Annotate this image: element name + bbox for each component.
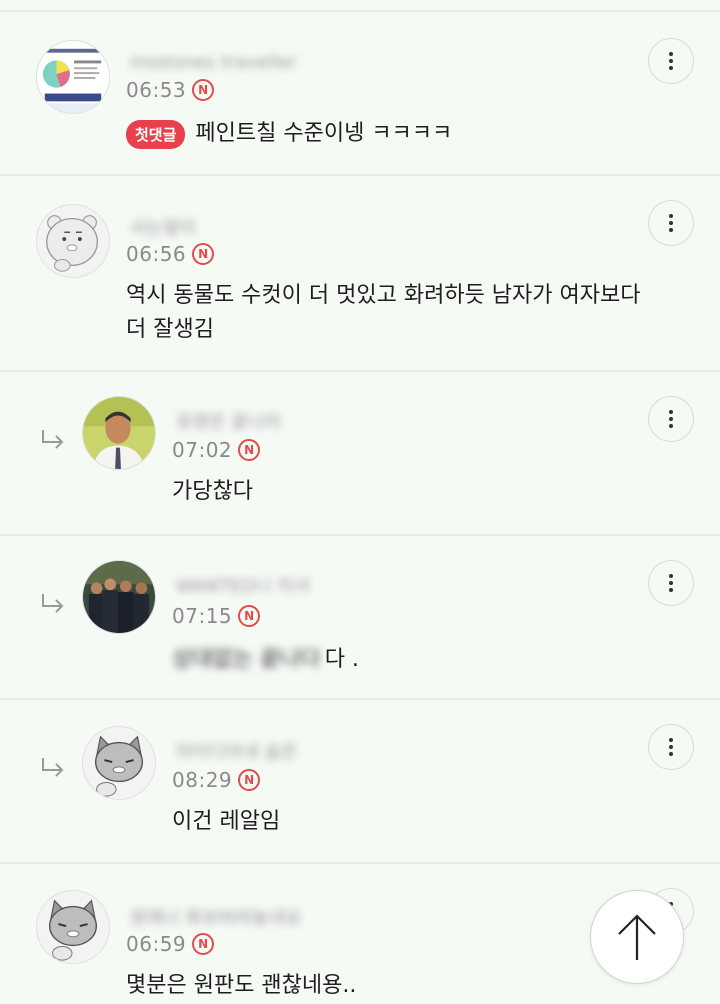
comment-text: 몇분은 원판도 괜찮네용..	[126, 973, 357, 998]
first-comment-badge: 첫댓글	[126, 119, 186, 149]
comment-meta: 06:59 N	[126, 930, 215, 958]
more-vertical-icon	[669, 738, 673, 742]
comment-text: 가당찮다	[172, 479, 253, 504]
reply-arrow-icon	[40, 428, 66, 450]
comment-meta: 08:29 N	[172, 766, 261, 794]
comment-body: 상대없는 끝나다 다 .	[172, 642, 359, 678]
more-options-button[interactable]	[648, 38, 694, 84]
comment-meta: 07:02 N	[172, 436, 261, 464]
comment-time: 06:56	[126, 242, 187, 266]
comment-item: 아이디아내 숨은 08:29 N 이건 레알임	[0, 700, 720, 864]
comment-time: 07:02	[172, 438, 233, 462]
comment-meta: 06:53 N	[126, 76, 215, 104]
comment-text: 이건 레알임	[172, 809, 281, 834]
comment-meta: 07:15 N	[172, 602, 261, 630]
more-options-button[interactable]	[648, 200, 694, 246]
comment-text-tail: 다 .	[324, 647, 359, 672]
new-badge: N	[238, 769, 261, 791]
more-vertical-icon	[669, 574, 673, 578]
comment-text-line-2: 더 잘생김	[126, 317, 214, 342]
arrow-up-icon	[618, 914, 656, 960]
comment-text: 페인트칠 수준이넹 ㅋㅋㅋㅋ	[195, 121, 453, 146]
cat-character-avatar-icon[interactable]	[36, 890, 110, 964]
new-badge: N	[192, 243, 215, 265]
comment-text-line-1: 역시 동물도 수컷이 더 멋있고 화려하듯 남자가 여자보다	[126, 283, 641, 308]
more-options-button[interactable]	[648, 724, 694, 770]
group-photo-avatar-icon[interactable]	[82, 560, 156, 634]
comment-nickname[interactable]: 아이디아내 숨은	[176, 738, 298, 763]
comment-body: 이건 레알임	[172, 804, 280, 840]
cat-character-avatar-icon[interactable]	[82, 726, 156, 800]
more-vertical-icon	[669, 410, 673, 414]
reply-arrow-icon	[40, 592, 66, 614]
comment-body: 더 잘생김	[126, 312, 214, 348]
ryan-character-avatar-icon[interactable]	[36, 204, 110, 278]
comment-body: 몇분은 원판도 괜찮네용..	[126, 968, 356, 1004]
comment-body: 역시 동물도 수컷이 더 멋있고 화려하듯 남자가 여자보다	[126, 278, 640, 314]
comment-nickname[interactable]: insstones traveller	[130, 52, 297, 74]
infographic-avatar-icon[interactable]	[36, 40, 110, 114]
new-badge: N	[192, 79, 215, 101]
comment-nickname[interactable]: 원래나 화보버려놓네요	[130, 904, 301, 929]
comment-time: 08:29	[172, 768, 233, 792]
comment-nickname[interactable]: 사는말이	[130, 214, 196, 239]
comment-body: 첫댓글 페인트칠 수준이넹 ㅋㅋㅋㅋ	[126, 116, 452, 152]
reply-arrow-icon	[40, 756, 66, 778]
more-vertical-icon	[669, 52, 673, 56]
new-badge: N	[238, 439, 261, 461]
comment-nickname[interactable]: 유령은 끝나리	[176, 408, 281, 433]
more-options-button[interactable]	[648, 560, 694, 606]
man-photo-avatar-icon[interactable]	[82, 396, 156, 470]
comment-body: 가당찮다	[172, 474, 253, 510]
scroll-to-top-button[interactable]	[590, 890, 684, 984]
comment-item: 유령은 끝나리 07:02 N 가당찮다	[0, 372, 720, 536]
comment-nickname[interactable]: WANTED니 어서	[176, 572, 310, 597]
comment-item: 사는말이 06:56 N 역시 동물도 수컷이 더 멋있고 화려하듯 남자가 여…	[0, 176, 720, 372]
comment-time: 07:15	[172, 604, 233, 628]
comment-text-blurred: 상대없는 끝나다	[172, 647, 321, 672]
new-badge: N	[192, 933, 215, 955]
more-vertical-icon	[669, 214, 673, 218]
more-options-button[interactable]	[648, 396, 694, 442]
comment-meta: 06:56 N	[126, 240, 215, 268]
new-badge: N	[238, 605, 261, 627]
comment-time: 06:53	[126, 78, 187, 102]
comment-item: insstones traveller 06:53 N 첫댓글 페인트칠 수준이…	[0, 12, 720, 176]
comment-time: 06:59	[126, 932, 187, 956]
comment-item: WANTED니 어서 07:15 N 상대없는 끝나다 다 .	[0, 536, 720, 700]
